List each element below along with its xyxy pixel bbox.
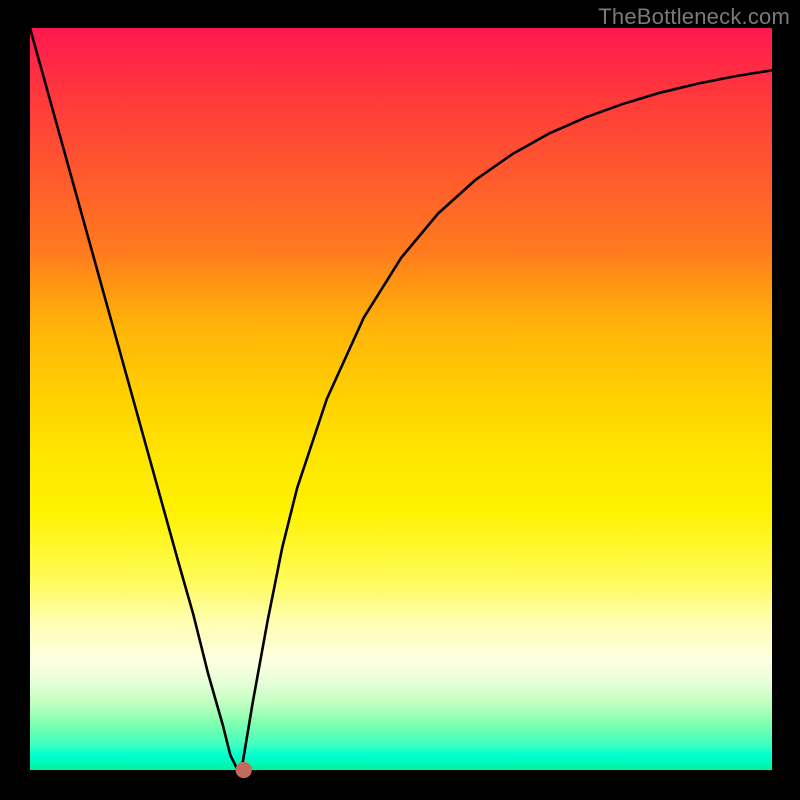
- optimum-marker: [236, 762, 252, 778]
- bottleneck-curve: [30, 28, 772, 770]
- watermark-text: TheBottleneck.com: [598, 4, 790, 30]
- chart-svg: [30, 28, 772, 770]
- chart-container: TheBottleneck.com: [0, 0, 800, 800]
